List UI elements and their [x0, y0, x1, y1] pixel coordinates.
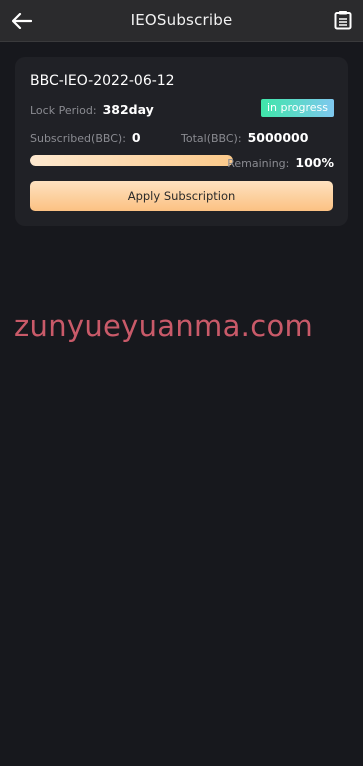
- top-bar: IEOSubscribe: [0, 0, 363, 42]
- remaining-progress-fill: [30, 155, 233, 166]
- status-badge: in progress: [260, 99, 334, 117]
- total-row: Total(BBC): 5000000: [181, 130, 308, 145]
- ieo-project-card: BBC-IEO-2022-06-12 Lock Period: 382day in…: [15, 57, 348, 226]
- total-label: Total(BBC):: [181, 132, 242, 145]
- subscribed-label: Subscribed(BBC):: [30, 132, 126, 145]
- document-list-icon: [334, 11, 352, 30]
- subscription-records-button[interactable]: [332, 9, 354, 31]
- remaining-progress-bar: [30, 155, 233, 166]
- watermark-text: zunyueyuanma.com: [14, 309, 314, 343]
- page-title: IEOSubscribe: [130, 11, 233, 29]
- apply-subscription-button[interactable]: Apply Subscription: [30, 181, 333, 211]
- subscribed-row: Subscribed(BBC): 0: [30, 130, 141, 145]
- lock-period-value: 382day: [102, 102, 154, 117]
- subscribed-value: 0: [131, 130, 141, 145]
- project-name: BBC-IEO-2022-06-12: [30, 73, 175, 89]
- total-value: 5000000: [247, 130, 309, 145]
- remaining-label: Remaining:: [227, 157, 290, 170]
- remaining-row: Remaining: 100%: [227, 155, 334, 170]
- remaining-value: 100%: [295, 155, 334, 170]
- lock-period-label: Lock Period:: [30, 104, 97, 117]
- lock-period-row: Lock Period: 382day: [30, 102, 154, 117]
